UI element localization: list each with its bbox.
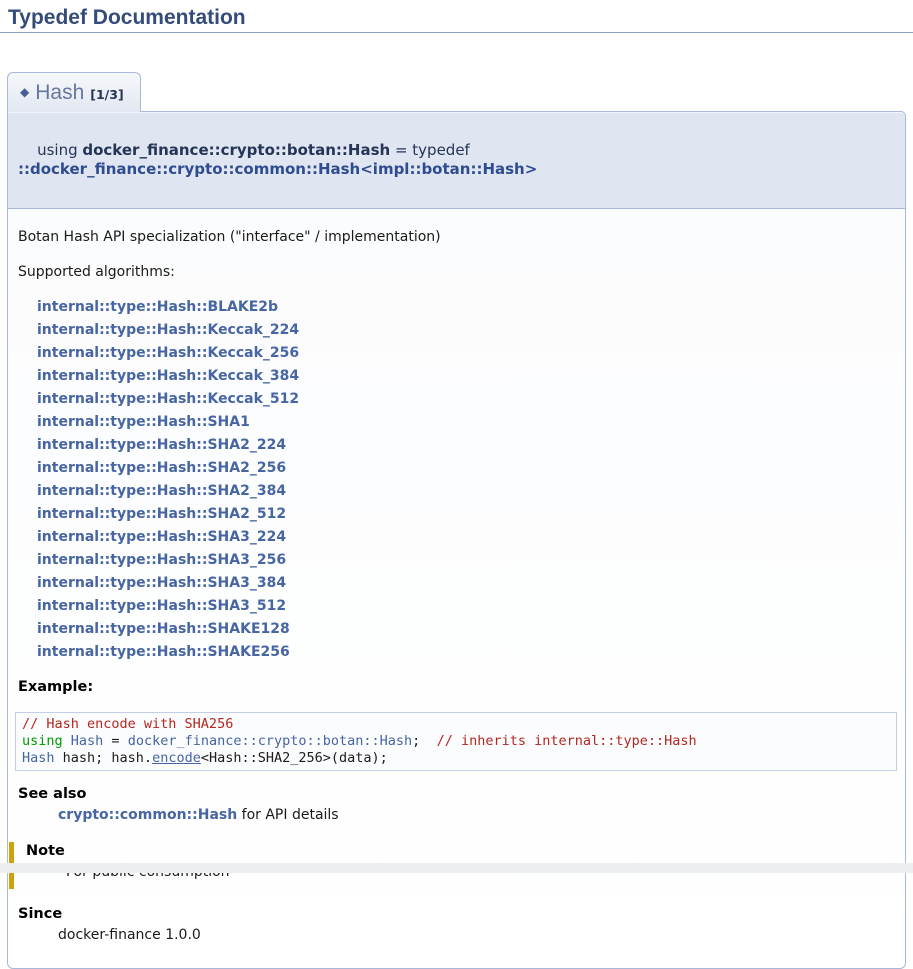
algorithm-link[interactable]: internal::type::Hash::Keccak_512 — [37, 391, 299, 407]
since-section: Since docker-finance 1.0.0 — [18, 905, 895, 944]
list-item: internal::type::Hash::SHAKE256 — [37, 640, 895, 663]
code-plain: = — [103, 733, 127, 749]
list-item: internal::type::Hash::SHAKE128 — [37, 617, 895, 640]
member-item: ◆Hash[1/3] using docker_finance::crypto:… — [7, 72, 906, 969]
list-item: internal::type::Hash::SHA2_384 — [37, 479, 895, 502]
algorithm-link[interactable]: internal::type::Hash::SHA2_384 — [37, 483, 286, 499]
algorithm-link[interactable]: internal::type::Hash::SHA2_224 — [37, 437, 286, 453]
see-also-suffix: for API details — [237, 807, 338, 823]
tab-member-index: [1/3] — [90, 87, 123, 102]
algorithm-link[interactable]: internal::type::Hash::SHA3_512 — [37, 598, 286, 614]
tab-member-name: Hash — [35, 81, 84, 104]
algorithm-link[interactable]: internal::type::Hash::SHA3_224 — [37, 529, 286, 545]
code-comment: // Hash encode with SHA256 — [22, 716, 233, 732]
code-line: // Hash encode with SHA256 — [22, 716, 890, 733]
declaration-type-link[interactable]: ::docker_finance::crypto::common::Hash<i… — [18, 160, 537, 178]
code-line: using Hash = docker_finance::crypto::bot… — [22, 733, 890, 750]
member-documentation: Botan Hash API specialization ("interfac… — [7, 209, 906, 969]
since-label: Since — [18, 905, 895, 923]
algorithm-link[interactable]: internal::type::Hash::Keccak_256 — [37, 345, 299, 361]
note-label: Note — [26, 842, 895, 860]
list-item: internal::type::Hash::Keccak_384 — [37, 364, 895, 387]
see-also-section: See also crypto::common::Hash for API de… — [18, 785, 895, 824]
algorithm-link[interactable]: internal::type::Hash::SHA3_384 — [37, 575, 286, 591]
algorithm-link[interactable]: internal::type::Hash::BLAKE2b — [37, 299, 278, 315]
list-item: internal::type::Hash::SHA3_384 — [37, 571, 895, 594]
code-plain: <Hash::SHA2_256>(data); — [201, 750, 388, 766]
list-item: internal::type::Hash::Keccak_224 — [37, 318, 895, 341]
list-item: internal::type::Hash::SHA3_256 — [37, 548, 895, 571]
page-title: Typedef Documentation — [0, 0, 913, 33]
declaration-keyword: using — [37, 141, 82, 159]
list-item: internal::type::Hash::SHA2_256 — [37, 456, 895, 479]
list-item: internal::type::Hash::SHA2_512 — [37, 502, 895, 525]
code-block: // Hash encode with SHA256using Hash = d… — [15, 712, 897, 771]
code-link[interactable]: docker_finance::crypto::botan::Hash — [128, 733, 412, 749]
description-text: Botan Hash API specialization ("interfac… — [18, 228, 895, 246]
example-section: Example: — [18, 678, 895, 696]
algorithm-link[interactable]: internal::type::Hash::SHAKE256 — [37, 644, 290, 660]
page-footer-strip — [0, 863, 913, 873]
list-item: internal::type::Hash::Keccak_256 — [37, 341, 895, 364]
list-item: internal::type::Hash::Keccak_512 — [37, 387, 895, 410]
code-link[interactable]: encode — [152, 750, 201, 766]
code-link[interactable]: Hash — [22, 750, 55, 766]
typedef-declaration: using docker_finance::crypto::botan::Has… — [7, 111, 906, 209]
algorithm-link[interactable]: internal::type::Hash::SHA2_512 — [37, 506, 286, 522]
code-line: Hash hash; hash.encode<Hash::SHA2_256>(d… — [22, 750, 890, 767]
list-item: internal::type::Hash::SHA2_224 — [37, 433, 895, 456]
algorithm-link[interactable]: internal::type::Hash::SHA2_256 — [37, 460, 286, 476]
list-item: internal::type::Hash::SHA1 — [37, 410, 895, 433]
list-item: internal::type::Hash::BLAKE2b — [37, 295, 895, 318]
algorithm-list: internal::type::Hash::BLAKE2binternal::t… — [18, 295, 895, 663]
declaration-name: docker_finance::crypto::botan::Hash — [82, 141, 390, 159]
code-comment: // inherits internal::type::Hash — [437, 733, 697, 749]
algorithms-label: Supported algorithms: — [18, 263, 895, 281]
member-tab[interactable]: ◆ Hash [1/3] — [7, 72, 141, 112]
algorithm-link[interactable]: internal::type::Hash::SHA1 — [37, 414, 250, 430]
see-also-link[interactable]: crypto::common::Hash — [58, 807, 237, 823]
list-item: internal::type::Hash::SHA3_512 — [37, 594, 895, 617]
algorithm-link[interactable]: internal::type::Hash::SHA3_256 — [37, 552, 286, 568]
code-keyword: using — [22, 733, 63, 749]
code-link[interactable]: Hash — [71, 733, 104, 749]
see-also-label: See also — [18, 785, 895, 803]
algorithm-link[interactable]: internal::type::Hash::Keccak_224 — [37, 322, 299, 338]
see-also-text: crypto::common::Hash for API details — [58, 806, 895, 824]
algorithm-link[interactable]: internal::type::Hash::Keccak_384 — [37, 368, 299, 384]
list-item: internal::type::Hash::SHA3_224 — [37, 525, 895, 548]
example-label: Example: — [18, 678, 895, 696]
since-text: docker-finance 1.0.0 — [58, 926, 895, 944]
declaration-equals: = typedef — [390, 141, 474, 159]
permalink-diamond-icon[interactable]: ◆ — [20, 85, 29, 99]
algorithm-link[interactable]: internal::type::Hash::SHAKE128 — [37, 621, 290, 637]
code-plain: hash; hash. — [55, 750, 153, 766]
code-plain: ; — [412, 733, 436, 749]
code-plain — [63, 733, 71, 749]
